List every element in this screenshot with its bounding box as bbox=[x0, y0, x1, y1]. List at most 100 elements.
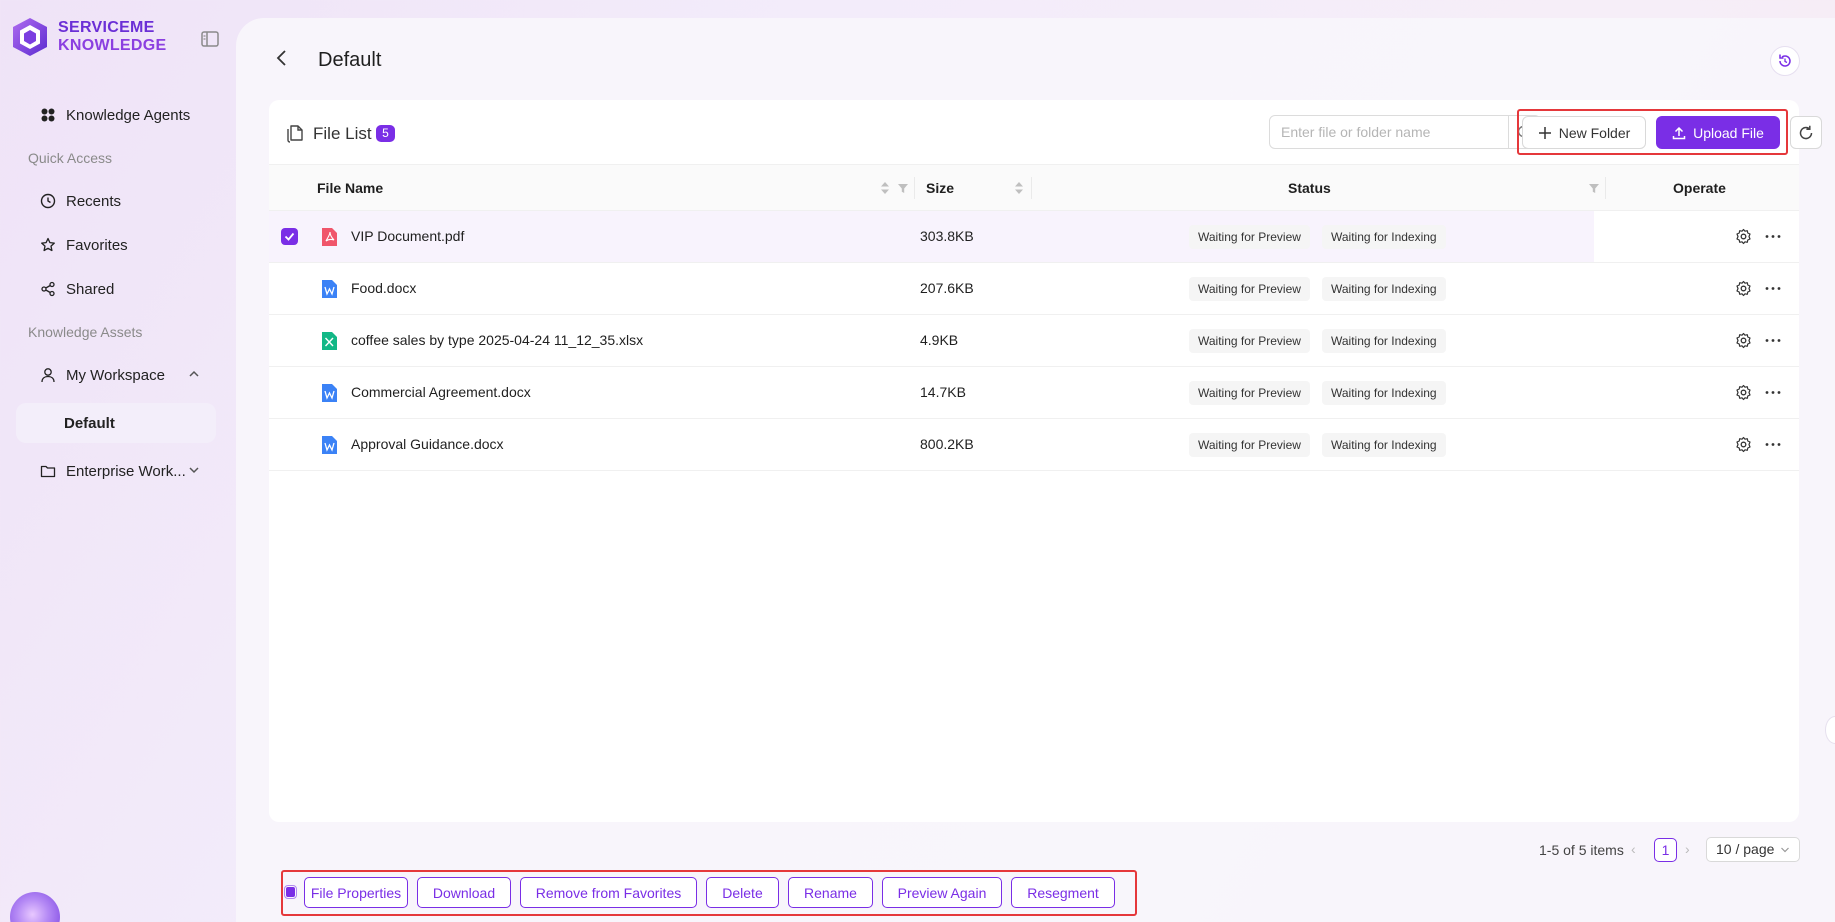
status-badge: Waiting for Preview bbox=[1189, 277, 1310, 301]
file-list-title: File List bbox=[313, 124, 372, 143]
user-icon bbox=[41, 368, 55, 383]
brand-logo[interactable]: SERVICEME KNOWLEDGE bbox=[10, 16, 166, 58]
preview-again-button[interactable]: Preview Again bbox=[882, 877, 1002, 908]
sidebar-item-my-workspace[interactable]: My Workspace bbox=[16, 355, 216, 395]
row-checkbox[interactable] bbox=[281, 228, 298, 245]
history-icon bbox=[1779, 54, 1791, 67]
filter-icon[interactable] bbox=[897, 181, 909, 195]
delete-button[interactable]: Delete bbox=[706, 877, 779, 908]
resegment-button[interactable]: Resegment bbox=[1011, 877, 1115, 908]
gear-icon[interactable] bbox=[1735, 384, 1752, 401]
bulk-action-bar: File Properties Download Remove from Fav… bbox=[281, 870, 1137, 916]
sort-icon[interactable] bbox=[1013, 181, 1025, 195]
back-arrow-icon[interactable] bbox=[272, 48, 292, 68]
chevron-up-icon[interactable] bbox=[188, 368, 200, 380]
upload-file-label: Upload File bbox=[1693, 124, 1764, 141]
file-name[interactable]: coffee sales by type 2025-04-24 11_12_35… bbox=[351, 332, 643, 348]
pagination-total: 1-5 of 5 items bbox=[1539, 842, 1624, 858]
file-size: 14.7KB bbox=[920, 384, 966, 400]
upload-file-button[interactable]: Upload File bbox=[1656, 116, 1780, 149]
upload-icon bbox=[1672, 126, 1686, 139]
folder-icon bbox=[40, 465, 56, 478]
file-list-card: File List 5 New Folder bbox=[269, 100, 1822, 822]
file-count-badge: 5 bbox=[376, 125, 395, 142]
file-name[interactable]: Approval Guidance.docx bbox=[351, 436, 504, 452]
file-size: 303.8KB bbox=[920, 228, 974, 244]
status-badge: Waiting for Indexing bbox=[1322, 225, 1446, 249]
sidebar-item-label: Knowledge Agents bbox=[66, 106, 191, 124]
chevron-down-icon bbox=[1781, 847, 1789, 853]
gear-icon[interactable] bbox=[1735, 436, 1752, 453]
sort-icon[interactable] bbox=[879, 181, 891, 195]
sidebar-item-default[interactable]: Default bbox=[16, 403, 216, 443]
page-title: Default bbox=[318, 49, 382, 71]
file-size: 4.9KB bbox=[920, 332, 959, 348]
column-header-file-name[interactable]: File Name bbox=[317, 180, 383, 196]
download-button[interactable]: Download bbox=[417, 877, 511, 908]
clock-icon bbox=[40, 193, 56, 209]
page-size-select[interactable]: 10 / page bbox=[1706, 837, 1800, 862]
excel-file-icon bbox=[322, 332, 337, 350]
search-input[interactable] bbox=[1269, 115, 1509, 149]
sidebar-item-label: Enterprise Work... bbox=[66, 462, 186, 480]
table-row[interactable]: Food.docx 207.6KB Waiting for Preview Wa… bbox=[269, 263, 1799, 315]
page-size-value: 10 / page bbox=[1716, 841, 1775, 857]
more-options-icon[interactable] bbox=[1764, 280, 1782, 297]
more-options-icon[interactable] bbox=[1764, 332, 1782, 349]
sidebar-item-knowledge-agents[interactable]: Knowledge Agents bbox=[16, 95, 216, 135]
status-badge: Waiting for Preview bbox=[1189, 381, 1310, 405]
pagination-current-page[interactable]: 1 bbox=[1654, 838, 1677, 862]
pagination-next-icon[interactable]: › bbox=[1685, 841, 1699, 859]
rename-button[interactable]: Rename bbox=[788, 877, 873, 908]
word-file-icon bbox=[322, 280, 337, 298]
star-icon bbox=[41, 237, 55, 252]
sidebar-collapse-icon[interactable] bbox=[200, 30, 220, 48]
more-options-icon[interactable] bbox=[1764, 436, 1782, 453]
more-options-icon[interactable] bbox=[1764, 384, 1782, 401]
table-row[interactable]: Approval Guidance.docx 800.2KB Waiting f… bbox=[269, 419, 1799, 471]
file-name[interactable]: Food.docx bbox=[351, 280, 416, 296]
table-row[interactable]: Commercial Agreement.docx 14.7KB Waiting… bbox=[269, 367, 1799, 419]
section-knowledge-assets: Knowledge Assets bbox=[28, 324, 143, 340]
sidebar-item-shared[interactable]: Shared bbox=[16, 269, 216, 309]
sidebar-item-label: Default bbox=[64, 414, 115, 432]
column-header-size[interactable]: Size bbox=[926, 180, 954, 196]
table-row[interactable]: coffee sales by type 2025-04-24 11_12_35… bbox=[269, 315, 1799, 367]
word-file-icon bbox=[322, 384, 337, 402]
sidebar-item-label: Shared bbox=[66, 280, 115, 298]
file-list-header: File List 5 New Folder bbox=[269, 100, 1822, 164]
file-name[interactable]: VIP Document.pdf bbox=[351, 228, 464, 244]
status-badge: Waiting for Indexing bbox=[1322, 329, 1446, 353]
history-button[interactable] bbox=[1770, 46, 1800, 76]
file-name[interactable]: Commercial Agreement.docx bbox=[351, 384, 531, 400]
select-all-checkbox[interactable] bbox=[284, 885, 297, 899]
sidebar-item-enterprise-workspace[interactable]: Enterprise Work... bbox=[16, 451, 216, 491]
new-folder-button[interactable]: New Folder bbox=[1522, 116, 1646, 149]
sidebar-item-recents[interactable]: Recents bbox=[16, 181, 216, 221]
refresh-icon bbox=[1799, 125, 1813, 139]
table-header: File Name Size Status Operate bbox=[269, 164, 1799, 211]
plus-icon bbox=[1538, 126, 1551, 139]
sidebar-item-favorites[interactable]: Favorites bbox=[16, 225, 216, 265]
sidebar-item-label: Recents bbox=[66, 192, 122, 210]
filter-icon[interactable] bbox=[1588, 181, 1600, 195]
status-badge: Waiting for Preview bbox=[1189, 433, 1310, 457]
refresh-button[interactable] bbox=[1790, 116, 1822, 149]
check-icon bbox=[284, 232, 295, 241]
gear-icon[interactable] bbox=[1735, 228, 1752, 245]
gear-icon[interactable] bbox=[1735, 332, 1752, 349]
file-properties-button[interactable]: File Properties bbox=[304, 877, 408, 908]
sidebar: SERVICEME KNOWLEDGE Knowledge Agents Qui… bbox=[0, 0, 236, 922]
remove-from-favorites-button[interactable]: Remove from Favorites bbox=[520, 877, 697, 908]
more-options-icon[interactable] bbox=[1764, 228, 1782, 245]
chevron-down-icon[interactable] bbox=[188, 464, 200, 476]
table-row[interactable]: VIP Document.pdf 303.8KB Waiting for Pre… bbox=[269, 211, 1799, 263]
gear-icon[interactable] bbox=[1735, 280, 1752, 297]
column-header-status[interactable]: Status bbox=[1288, 180, 1331, 196]
agents-grid-icon bbox=[41, 108, 55, 122]
status-badge: Waiting for Preview bbox=[1189, 225, 1310, 249]
pagination-prev-icon[interactable]: ‹ bbox=[1631, 841, 1645, 859]
share-icon bbox=[41, 281, 55, 297]
sidebar-item-label: My Workspace bbox=[66, 366, 165, 384]
file-size: 800.2KB bbox=[920, 436, 974, 452]
